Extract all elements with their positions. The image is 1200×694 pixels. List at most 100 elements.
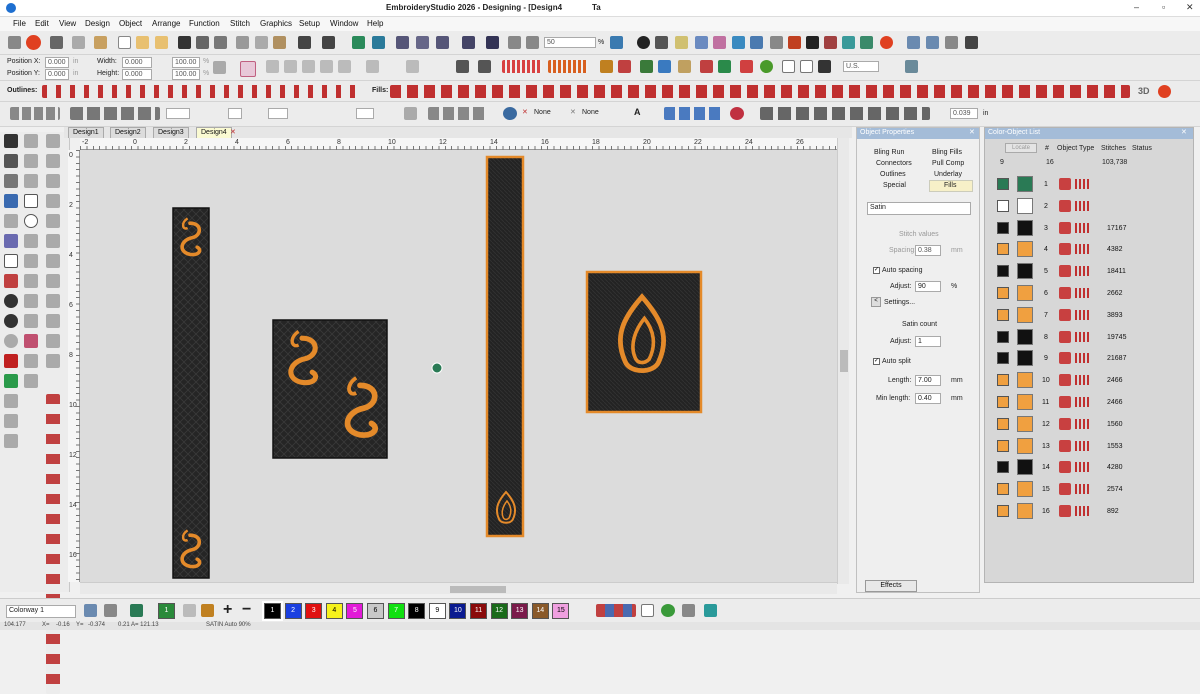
width-percent-field[interactable]: 100.00 bbox=[172, 57, 200, 68]
color-wheel-icon[interactable] bbox=[661, 604, 675, 617]
no-color-icon[interactable] bbox=[641, 604, 654, 617]
lock-proportions-icon[interactable] bbox=[213, 61, 226, 74]
color-block-swatch[interactable] bbox=[997, 265, 1009, 278]
lettering-icon[interactable] bbox=[4, 194, 18, 208]
length-field[interactable]: 7.00 bbox=[915, 375, 941, 386]
hexagon-icon[interactable] bbox=[4, 354, 18, 368]
info-icon[interactable] bbox=[637, 36, 650, 49]
cut-icon[interactable] bbox=[236, 36, 249, 49]
motif-icon[interactable] bbox=[4, 394, 18, 408]
adjust-field[interactable]: 90 bbox=[915, 281, 941, 292]
color-block-swatch[interactable] bbox=[997, 461, 1009, 474]
machine-format-icon[interactable] bbox=[905, 60, 918, 73]
object-thumbnail[interactable] bbox=[1017, 263, 1033, 280]
tab-design4[interactable]: Design4 bbox=[196, 127, 232, 138]
folder-open-icon[interactable] bbox=[94, 36, 107, 49]
zoom-in-icon[interactable] bbox=[508, 36, 521, 49]
copy-icon[interactable] bbox=[255, 36, 268, 49]
palette-swatch[interactable]: 2 bbox=[284, 603, 302, 619]
appliqué-tool-icon[interactable] bbox=[4, 274, 18, 288]
object-thumbnail[interactable] bbox=[1017, 241, 1033, 258]
color-block-swatch[interactable] bbox=[997, 330, 1009, 343]
object-thumbnail[interactable] bbox=[1017, 176, 1033, 192]
tab-special[interactable]: Special bbox=[883, 182, 906, 189]
tab-bling-run[interactable]: Bling Run bbox=[874, 149, 904, 156]
skew-icon[interactable] bbox=[406, 60, 419, 73]
position-y-field[interactable]: 0.000 bbox=[45, 69, 69, 80]
print-preview-icon[interactable] bbox=[214, 36, 227, 49]
fill-hole-icon[interactable] bbox=[24, 274, 38, 288]
remove-color-icon[interactable]: − bbox=[242, 601, 251, 619]
object-thumbnail[interactable] bbox=[1017, 197, 1033, 214]
curve-icon[interactable] bbox=[24, 174, 38, 188]
menu-arrange[interactable]: Arrange bbox=[152, 19, 180, 28]
travel-5-icon[interactable] bbox=[486, 36, 499, 49]
palette-swatch[interactable]: 10 bbox=[449, 603, 467, 619]
star-fill-icon[interactable] bbox=[46, 294, 60, 308]
align-4-icon[interactable] bbox=[320, 60, 333, 73]
settings-button[interactable]: Settings... bbox=[884, 299, 915, 306]
open-icon[interactable] bbox=[136, 36, 149, 49]
object-thumbnail[interactable] bbox=[1017, 503, 1033, 519]
tatami-tool-icon[interactable] bbox=[46, 354, 60, 368]
color-block-swatch[interactable] bbox=[997, 439, 1009, 452]
object-thumbnail[interactable] bbox=[1017, 415, 1033, 432]
field-b[interactable] bbox=[228, 108, 242, 119]
travel-icon[interactable] bbox=[396, 36, 409, 49]
field-a[interactable] bbox=[166, 108, 190, 119]
color-block-swatch[interactable] bbox=[997, 221, 1009, 234]
wilcom-icon[interactable] bbox=[1158, 85, 1171, 98]
satin-tool-icon[interactable] bbox=[24, 354, 38, 368]
color-grid-icon[interactable] bbox=[104, 604, 117, 617]
horizontal-scrollbar[interactable] bbox=[80, 582, 837, 594]
color-list-row[interactable]: 3 17167 bbox=[997, 219, 1181, 239]
blackwork-icon[interactable] bbox=[24, 374, 38, 388]
color-list-row[interactable]: 6 2662 bbox=[997, 284, 1181, 304]
colorway-editor-icon[interactable] bbox=[84, 604, 97, 617]
save-icon[interactable] bbox=[178, 36, 191, 49]
menu-help[interactable]: Help bbox=[367, 19, 383, 28]
slow-redraw-icon[interactable] bbox=[372, 36, 385, 49]
fill-bucket-icon[interactable] bbox=[201, 604, 214, 617]
palette-swatch[interactable]: 9 bbox=[428, 603, 446, 619]
object-thumbnail[interactable] bbox=[1017, 285, 1033, 301]
position-x-field[interactable]: 0.000 bbox=[45, 57, 69, 68]
fill-types-icon[interactable] bbox=[390, 85, 1130, 98]
cube-icon[interactable] bbox=[682, 604, 695, 617]
trim-icon[interactable] bbox=[730, 107, 744, 120]
color-block-swatch[interactable] bbox=[997, 287, 1009, 299]
color-list-row[interactable]: 1 bbox=[997, 175, 1181, 195]
settings-icon[interactable] bbox=[965, 36, 978, 49]
palette-swatch[interactable]: 4 bbox=[325, 603, 343, 619]
palette-swatch[interactable]: 5 bbox=[346, 603, 364, 619]
menu-graphics[interactable]: Graphics bbox=[260, 19, 292, 28]
object-thumbnail[interactable] bbox=[1017, 350, 1033, 367]
min-length-field[interactable]: 0.40 bbox=[915, 393, 941, 404]
cursor-icon[interactable] bbox=[8, 36, 21, 49]
tab-design3[interactable]: Design3 bbox=[153, 127, 189, 138]
menu-window[interactable]: Window bbox=[330, 19, 358, 28]
color-list-row[interactable]: 8 19745 bbox=[997, 328, 1181, 348]
undo-icon[interactable] bbox=[298, 36, 311, 49]
picture-icon[interactable] bbox=[658, 60, 671, 73]
color-list-row[interactable]: 5 18411 bbox=[997, 262, 1181, 282]
color-list-row[interactable]: 13 1553 bbox=[997, 437, 1181, 457]
maximize-button[interactable]: ▫ bbox=[1162, 2, 1165, 12]
palette-swatch[interactable]: 11 bbox=[470, 603, 487, 619]
color-list-row[interactable]: 2 bbox=[997, 197, 1181, 217]
stamp-icon[interactable] bbox=[46, 334, 60, 348]
align-3-icon[interactable] bbox=[302, 60, 315, 73]
object-thumbnail[interactable] bbox=[1017, 372, 1033, 389]
zoom-out-icon[interactable] bbox=[526, 36, 539, 49]
photo-icon[interactable] bbox=[640, 60, 653, 73]
color-list-row[interactable]: 10 2466 bbox=[997, 371, 1181, 391]
edit-tools-icon[interactable] bbox=[70, 107, 160, 120]
green-hexagon-icon[interactable] bbox=[4, 374, 18, 388]
layers-icon[interactable] bbox=[860, 36, 873, 49]
select-arrow-icon[interactable] bbox=[4, 134, 18, 148]
wave-icon[interactable] bbox=[24, 254, 38, 268]
needle-tools-icon[interactable] bbox=[664, 107, 724, 120]
jump-icon[interactable] bbox=[4, 434, 18, 448]
mirror-icon[interactable] bbox=[456, 60, 469, 73]
zoom-box-icon[interactable] bbox=[610, 36, 623, 49]
